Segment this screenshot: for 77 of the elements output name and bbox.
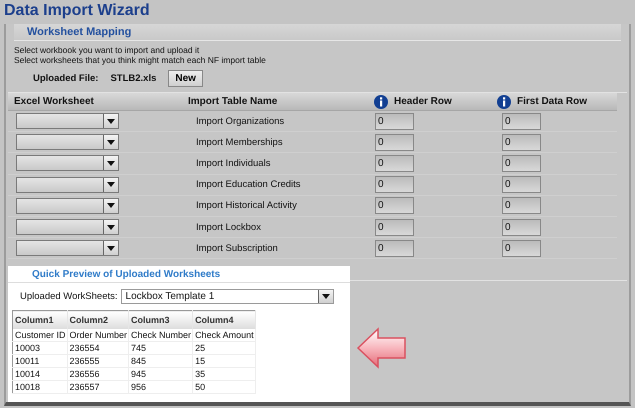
table-cell: 10011 [12, 354, 68, 368]
field-label: Uploaded WorkSheets: [20, 291, 118, 302]
table-cell: Check Number [128, 329, 193, 342]
dropdown[interactable] [16, 134, 119, 150]
input-field[interactable]: 0 [375, 218, 414, 236]
table-cell: 236554 [67, 342, 129, 355]
info-icon[interactable] [497, 94, 511, 108]
section-heading: Quick Preview of Uploaded Worksheets [8, 266, 350, 284]
input-field[interactable]: 0 [502, 112, 541, 130]
section-heading: Worksheet Mapping [14, 24, 621, 41]
dropdown[interactable] [16, 219, 119, 236]
column-header: Import Table Name [188, 96, 278, 107]
table-cell: 35 [192, 368, 256, 381]
input-field[interactable]: 0 [375, 197, 414, 214]
table-cell: Order Number [67, 329, 129, 342]
table-name: Import Lockbox [196, 222, 261, 233]
table-cell: 15 [192, 354, 256, 368]
table-cell: 956 [128, 380, 193, 394]
dropdown[interactable] [16, 240, 119, 256]
instruction-text: Select workbook you want to import and upload it [14, 45, 200, 55]
table-cell: Check Amount [192, 329, 256, 342]
caret-icon [107, 140, 115, 145]
table-cell: 236557 [67, 380, 129, 394]
column-header: Excel Worksheet [14, 96, 94, 107]
table-cell: Customer ID [12, 329, 68, 342]
input-field[interactable]: 0 [375, 134, 414, 151]
info-icon[interactable] [374, 94, 388, 108]
table-cell: 236556 [67, 368, 129, 381]
table-cell: 10014 [12, 368, 68, 381]
table-cell: 236555 [67, 354, 129, 368]
caret-icon [322, 294, 330, 300]
caret-icon [107, 118, 115, 124]
table-cell: 745 [128, 342, 193, 355]
input-field[interactable]: 0 [502, 134, 541, 151]
column-header: First Data Row [517, 96, 588, 107]
instruction-text: Select worksheets that you think might match each NF import table [14, 55, 267, 65]
table-name: Import Memberships [196, 136, 283, 148]
input-field[interactable]: 0 [502, 218, 541, 236]
table-name: Import Subscription [196, 242, 278, 254]
table-cell: 10018 [12, 380, 68, 394]
caret-icon [107, 246, 115, 251]
column-header: Column4 [192, 310, 256, 330]
file-name: STLB2.xls [110, 72, 156, 84]
column-header: Header Row [394, 96, 452, 107]
column-header: Column2 [67, 310, 129, 330]
input-field[interactable]: 0 [375, 112, 414, 130]
dropdown[interactable] [16, 155, 119, 172]
field-label: Uploaded File: [33, 72, 98, 84]
callout-arrow [356, 326, 408, 370]
dropdown[interactable] [16, 113, 119, 130]
dropdown[interactable]: Lockbox Template 1 [120, 289, 334, 304]
input-field[interactable]: 0 [375, 176, 414, 194]
caret-icon [107, 160, 115, 166]
dropdown[interactable] [16, 176, 119, 193]
new-button[interactable]: New [168, 70, 203, 86]
caret-icon [107, 203, 115, 208]
column-header: Column1 [12, 310, 68, 330]
table-name: Import Organizations [196, 116, 284, 127]
caret-icon [107, 224, 115, 230]
input-field[interactable]: 0 [502, 240, 541, 257]
input-field[interactable]: 0 [502, 197, 541, 214]
input-field[interactable]: 0 [375, 154, 414, 172]
window-title: Data Import Wizard [3, 1, 151, 20]
table-name: Import Individuals [196, 158, 270, 169]
input-field[interactable]: 0 [375, 240, 414, 257]
input-field[interactable]: 0 [502, 154, 541, 172]
table-cell: 945 [128, 368, 193, 381]
table-cell: 10003 [12, 342, 68, 355]
table-name: Import Education Credits [196, 179, 301, 190]
column-header: Column3 [128, 310, 193, 330]
input-field[interactable]: 0 [502, 176, 541, 194]
table-cell: 25 [192, 342, 256, 355]
dropdown[interactable] [16, 198, 119, 214]
table-cell: 845 [128, 354, 193, 368]
caret-icon [107, 182, 115, 188]
table-name: Import Historical Activity [196, 200, 297, 212]
table-cell: 50 [192, 380, 256, 394]
